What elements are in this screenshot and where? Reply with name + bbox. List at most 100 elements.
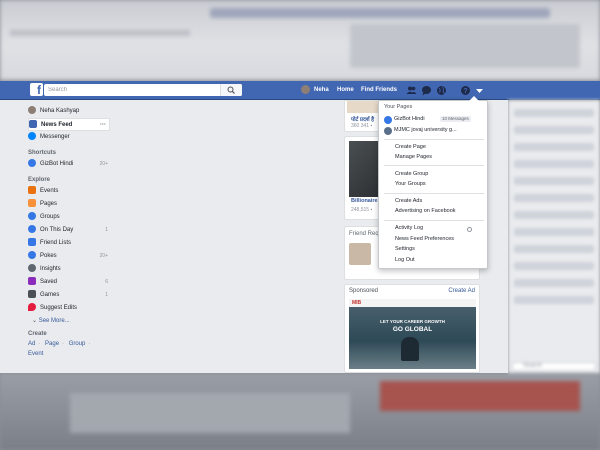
menu-log-out[interactable]: Log Out: [395, 257, 415, 263]
dropdown-page-gizbot-hindi[interactable]: GizBot Hindi: [394, 116, 425, 122]
shortcuts-heading: Shortcuts: [28, 150, 57, 156]
page-icon: [28, 158, 36, 167]
sidebar-item-pokes[interactable]: Pokes 20+: [28, 250, 110, 263]
sidebar-item-events[interactable]: Events: [28, 185, 110, 198]
info-icon: [467, 227, 472, 232]
calendar-icon: [28, 185, 36, 194]
sidebar-item-gizbot-hindi[interactable]: GizBot Hindi 20+: [28, 158, 110, 171]
sidebar-item-label: Suggest Edits: [40, 305, 78, 311]
sidebar-item-label: Pages: [40, 201, 58, 207]
count-badge: 1: [105, 292, 108, 298]
chevron-down-icon: ⌄: [32, 318, 39, 324]
ad-person-figure: [401, 337, 419, 361]
account-dropdown-menu: Your Pages GizBot Hindi 10 Messages MJMC…: [378, 96, 488, 269]
menu-news-feed-preferences[interactable]: News Feed Preferences: [395, 236, 454, 242]
create-event-link[interactable]: Event: [28, 351, 43, 357]
dropdown-page-mjmc[interactable]: MJMC jovaj university g...: [394, 127, 457, 133]
blurred-background-top: [0, 0, 600, 80]
sidebar-item-suggest-edits[interactable]: Suggest Edits: [28, 302, 110, 315]
menu-manage-pages[interactable]: Manage Pages: [395, 154, 432, 160]
avatar: [28, 105, 36, 114]
create-links: Ad · Page · Group · Event: [28, 341, 91, 357]
sidebar-item-groups[interactable]: Groups: [28, 211, 110, 224]
sidebar-item-label: Groups: [40, 214, 60, 220]
profile-link[interactable]: Neha: [301, 85, 329, 96]
your-pages-heading: Your Pages: [384, 104, 413, 110]
sidebar-item-label: On This Day: [40, 227, 74, 233]
quick-help-icon[interactable]: ?: [460, 85, 471, 96]
clock-icon: [28, 224, 36, 233]
see-more-link[interactable]: ⌄ See More...: [28, 315, 110, 328]
create-group-link[interactable]: Group: [69, 341, 86, 347]
sidebar-item-insights[interactable]: Insights: [28, 263, 110, 276]
flag-icon: [28, 198, 36, 207]
home-link[interactable]: Home: [337, 85, 354, 96]
ad-header-band: [349, 299, 476, 307]
sidebar-item-friend-lists[interactable]: Friend Lists: [28, 237, 110, 250]
sidebar-item-label: News Feed: [41, 122, 73, 128]
left-sidebar: Neha Kashyap News Feed ··· Messenger Sho…: [28, 105, 110, 357]
divider: [384, 193, 484, 194]
sidebar-item-on-this-day[interactable]: On This Day 1: [28, 224, 110, 237]
friend-requests-icon[interactable]: [406, 85, 417, 96]
card-stats: 248,515 ▪: [351, 207, 373, 213]
messages-icon[interactable]: [421, 85, 432, 96]
create-ad-link[interactable]: Ad: [28, 341, 35, 347]
notifications-globe-icon[interactable]: [436, 85, 447, 96]
sidebar-item-news-feed[interactable]: News Feed ···: [28, 118, 110, 131]
create-page-link[interactable]: Page: [45, 341, 59, 347]
sidebar-item-messenger[interactable]: Messenger: [28, 131, 110, 144]
messenger-icon: [28, 131, 36, 140]
facebook-logo-icon[interactable]: f: [30, 83, 43, 96]
lightbulb-icon: [28, 263, 36, 272]
card-heading: Friend Req: [349, 231, 379, 237]
page-avatar-icon: [384, 116, 392, 124]
ad-image[interactable]: MIB LET YOUR CAREER GROWTH GO GLOBAL: [349, 299, 476, 369]
menu-advertising-on-facebook[interactable]: Advertising on Facebook: [395, 208, 456, 214]
sidebar-item-label: GizBot Hindi: [40, 161, 74, 167]
chat-search-input[interactable]: Search: [512, 362, 596, 371]
menu-activity-log[interactable]: Activity Log: [395, 225, 423, 231]
friend-list-icon: [28, 237, 36, 246]
explore-heading: Explore: [28, 177, 51, 183]
svg-text:?: ?: [463, 88, 467, 95]
card-title: Billionaire: [351, 198, 378, 204]
menu-create-group[interactable]: Create Group: [395, 171, 428, 177]
blurred-background-bottom: [0, 373, 600, 450]
sponsored-card: Sponsored Create Ad MIB LET YOUR CAREER …: [344, 284, 480, 373]
search-input[interactable]: [44, 84, 219, 96]
count-badge: 20+: [99, 253, 108, 259]
create-ad-link[interactable]: Create Ad: [448, 288, 475, 294]
sidebar-profile[interactable]: Neha Kashyap: [28, 105, 110, 118]
sidebar-item-label: Pokes: [40, 253, 57, 259]
ad-subheadline: GO GLOBAL: [392, 326, 433, 333]
groups-icon: [28, 211, 36, 220]
search-button[interactable]: [220, 84, 242, 96]
menu-create-page[interactable]: Create Page: [395, 144, 426, 150]
sidebar-item-label: Events: [40, 188, 59, 194]
avatar[interactable]: [349, 243, 371, 265]
see-more-label: See More...: [38, 318, 70, 324]
bookmark-icon: [28, 276, 36, 285]
sidebar-item-label: Games: [40, 292, 60, 298]
menu-your-groups[interactable]: Your Groups: [395, 181, 426, 187]
sidebar-item-label: Friend Lists: [40, 240, 72, 246]
right-column-blurred: Search: [508, 100, 600, 373]
menu-create-ads[interactable]: Create Ads: [395, 198, 422, 204]
map-pin-icon: [28, 302, 36, 311]
find-friends-link[interactable]: Find Friends: [361, 85, 397, 96]
sponsored-label: Sponsored: [349, 288, 379, 294]
page-avatar-icon: [384, 127, 392, 135]
profile-name: Neha: [314, 87, 329, 94]
search-box: [44, 84, 242, 96]
account-menu-chevron-down-icon[interactable]: [474, 85, 485, 96]
create-heading: Create: [28, 331, 47, 337]
count-badge: 20+: [99, 161, 108, 167]
card-stats: 360 341 ▪: [351, 123, 373, 129]
sidebar-item-pages[interactable]: Pages: [28, 198, 110, 211]
sidebar-item-saved[interactable]: Saved 6: [28, 276, 110, 289]
search-icon: [227, 86, 235, 94]
sidebar-item-games[interactable]: Games 1: [28, 289, 110, 302]
divider: [384, 139, 484, 140]
menu-settings[interactable]: Settings: [395, 246, 415, 252]
